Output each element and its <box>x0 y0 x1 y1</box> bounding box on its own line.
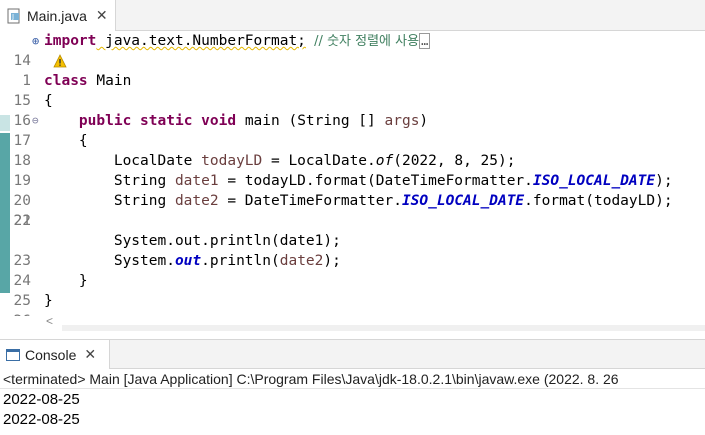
tab-console[interactable]: Console ✕ <box>0 340 110 369</box>
console-tab-label: Console <box>25 346 77 363</box>
code-line: 15 class Main <box>0 71 705 109</box>
editor-tab-bar: J Main.java ✕ <box>0 0 705 31</box>
code-text: public static void main (String [] args) <box>78 113 429 129</box>
code-line: 21 String date2 = DateTimeFormatter.ISO_… <box>0 191 705 229</box>
code-editor[interactable]: 1 ⊕ import java.text.NumberFormat; // 숫자… <box>0 31 705 329</box>
code-line: 26 } <box>0 291 705 329</box>
close-icon[interactable]: ✕ <box>84 346 96 363</box>
code-line: 17 ⊖ public static void main (String [] … <box>0 111 705 149</box>
code-line: 20 String date1 = todayLD.format(DateTim… <box>0 171 705 209</box>
code-text: LocalDate todayLD = LocalDate.of(2022, 8… <box>113 153 516 169</box>
code-text: import java.text.NumberFormat; // 숫자 정렬에… <box>44 33 431 49</box>
code-text: } <box>78 273 88 289</box>
console-output-line: 2022-08-25 <box>3 391 80 408</box>
console-status-line: <terminated> Main [Java Application] C:\… <box>0 369 705 389</box>
code-text: String date1 = todayLD.format(DateTimeFo… <box>113 173 673 189</box>
code-line: 1 ⊕ import java.text.NumberFormat; // 숫자… <box>0 31 705 89</box>
code-text: { <box>44 93 53 109</box>
code-line: 18 { <box>0 131 705 169</box>
code-line: 14 <box>0 51 705 71</box>
code-line: 22 <box>0 211 705 231</box>
line-number: 14 <box>13 53 31 69</box>
collapse-icon[interactable]: ⊖ <box>32 111 42 131</box>
horizontal-scrollbar[interactable]: < <box>0 314 705 338</box>
svg-text:J: J <box>11 13 14 21</box>
code-text: System.out.println(date1); <box>113 233 341 249</box>
close-icon[interactable]: ✕ <box>96 7 108 24</box>
tab-label: Main.java <box>27 7 87 24</box>
console-tab-bar: Console ✕ <box>0 339 705 369</box>
code-text: String date2 = DateTimeFormatter.ISO_LOC… <box>113 193 673 209</box>
code-line: 24 System.out.println(date2); <box>0 251 705 289</box>
scrollbar-track[interactable] <box>62 325 705 331</box>
code-line: 25 } <box>0 271 705 309</box>
console-icon <box>6 348 20 361</box>
code-line: 19 LocalDate todayLD = LocalDate.of(2022… <box>0 151 705 189</box>
console-output-line: 2022-08-25 <box>3 411 80 428</box>
code-line: 23 System.out.println(date1); <box>0 231 705 269</box>
line-number: 22 <box>13 213 31 229</box>
code-text: } <box>44 293 53 309</box>
code-text: { <box>78 133 88 149</box>
tab-main-java[interactable]: J Main.java ✕ <box>0 0 116 31</box>
expand-icon[interactable]: ⊕ <box>32 31 42 51</box>
code-text: class Main <box>44 73 132 89</box>
java-file-icon: J <box>6 8 22 24</box>
code-text: System.out.println(date2); <box>113 253 341 269</box>
code-line: 16 { <box>0 91 705 129</box>
scroll-left-arrow-icon[interactable]: < <box>46 314 53 328</box>
